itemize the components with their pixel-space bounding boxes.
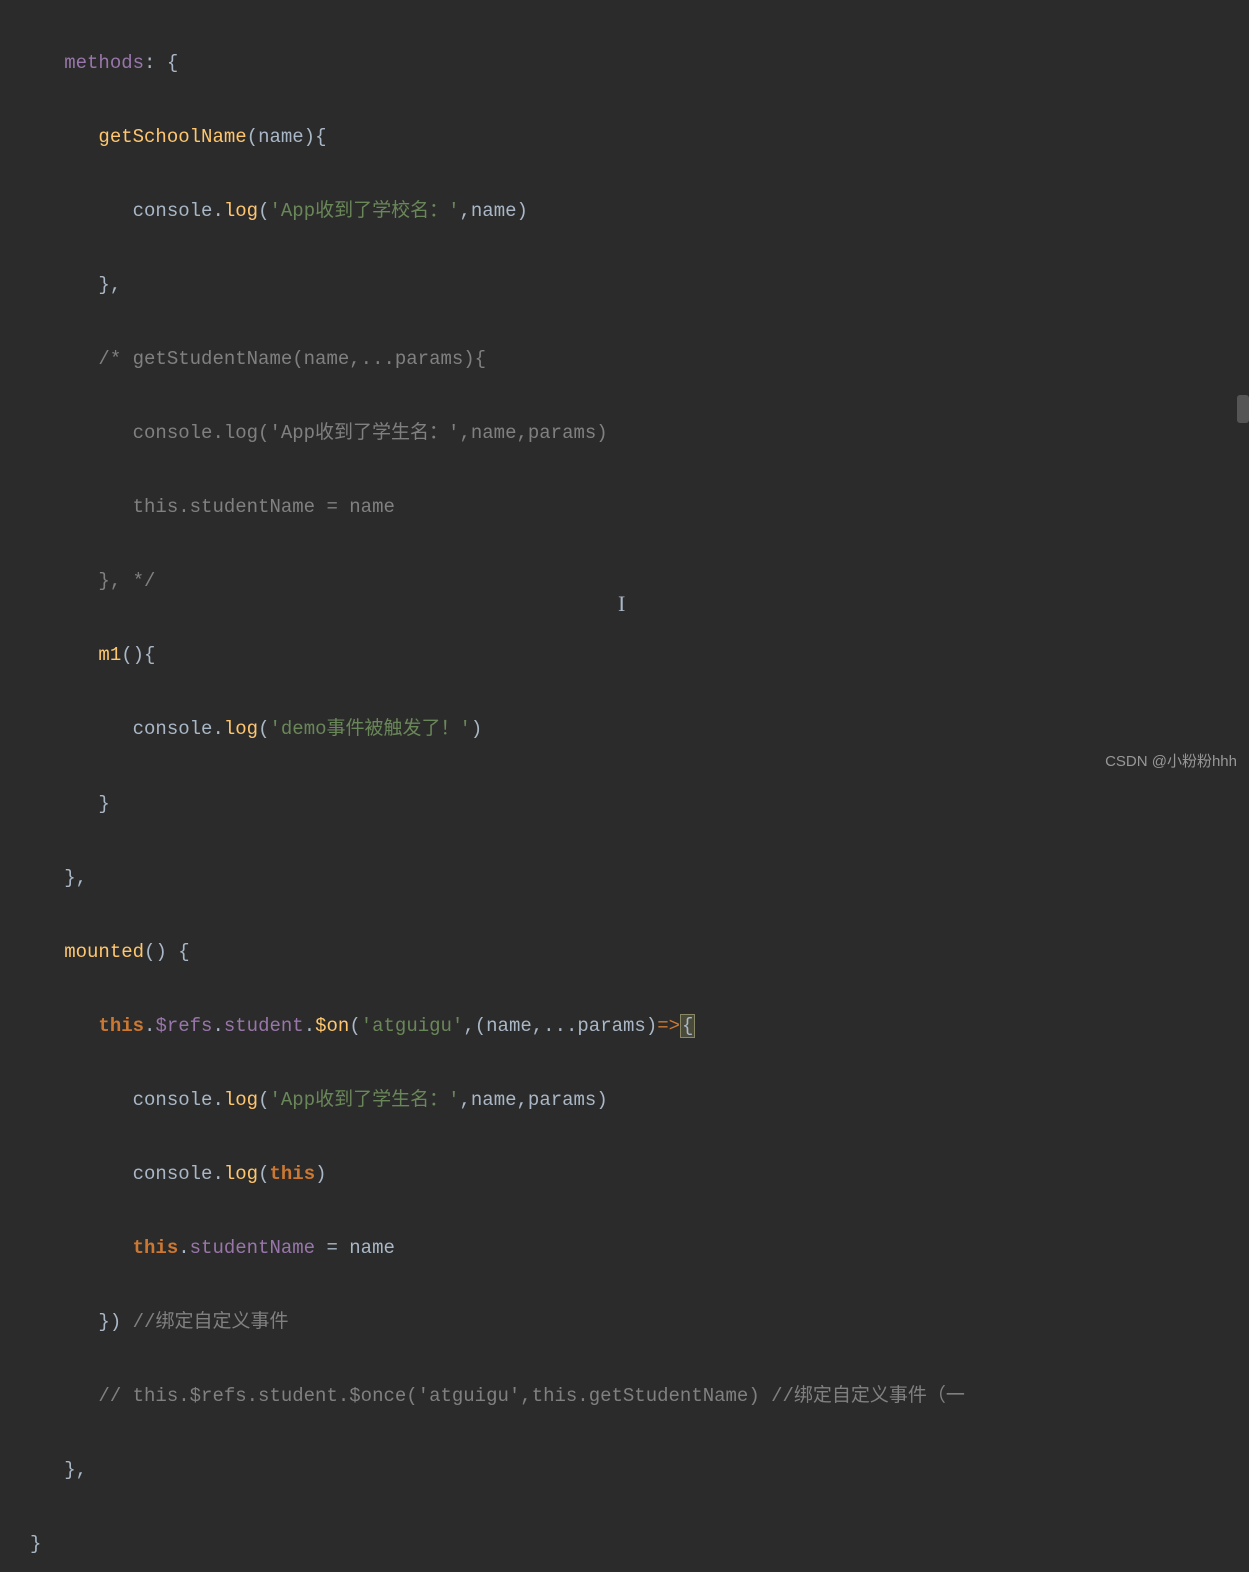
token-string: 'App收到了学校名：' xyxy=(269,200,459,222)
code-line: console.log('App收到了学校名：',name) xyxy=(0,193,1249,230)
code-line: }, xyxy=(0,267,1249,304)
code-line: mounted() { xyxy=(0,934,1249,971)
token-keyword: this xyxy=(269,1163,315,1185)
code-line: // this.$refs.student.$once('atguigu',th… xyxy=(0,1378,1249,1415)
token-property: studentName xyxy=(190,1237,315,1259)
token-param: name xyxy=(258,126,304,148)
token-string: 'App收到了学生名：' xyxy=(269,1089,459,1111)
token-comment: this.studentName = name xyxy=(133,496,395,518)
token-method: log xyxy=(224,200,258,222)
token-method: log xyxy=(224,1163,258,1185)
code-line: console.log('demo事件被触发了！') xyxy=(0,711,1249,748)
code-editor[interactable]: methods: { getSchoolName(name){ console.… xyxy=(0,8,1249,1572)
code-line: console.log(this) xyxy=(0,1156,1249,1193)
code-line: } xyxy=(0,1526,1249,1563)
token-keyword: this xyxy=(98,1015,144,1037)
text-cursor-icon: I xyxy=(618,583,625,626)
token-method: mounted xyxy=(64,941,144,963)
code-line: }, xyxy=(0,1452,1249,1489)
token-comment: }, */ xyxy=(98,570,155,592)
code-line: console.log('App收到了学生名：',name,params) xyxy=(0,1082,1249,1119)
code-line: m1(){ xyxy=(0,637,1249,674)
token-string: 'demo事件被触发了！' xyxy=(269,718,470,740)
token-comment: console.log('App收到了学生名：',name,params) xyxy=(133,422,608,444)
token-property: methods xyxy=(64,52,144,74)
code-line: this.studentName = name xyxy=(0,489,1249,526)
token-method: log xyxy=(224,718,258,740)
token-method: getSchoolName xyxy=(98,126,246,148)
token-string: 'atguigu' xyxy=(361,1015,464,1037)
code-line: this.$refs.student.$on('atguigu',(name,.… xyxy=(0,1008,1249,1045)
token-arrow: => xyxy=(657,1015,680,1037)
token-comment: //绑定自定义事件 xyxy=(133,1311,289,1333)
code-line: /* getStudentName(name,...params){ xyxy=(0,341,1249,378)
code-line: this.studentName = name xyxy=(0,1230,1249,1267)
token-method: log xyxy=(224,1089,258,1111)
code-line: } xyxy=(0,786,1249,823)
token-comment: /* getStudentName(name,...params){ xyxy=(98,348,486,370)
code-line: methods: { xyxy=(0,45,1249,82)
cursor-highlight: { xyxy=(680,1014,695,1038)
watermark-text: CSDN @小粉粉hhh xyxy=(1105,747,1237,776)
code-line: }, xyxy=(0,860,1249,897)
token-method: m1 xyxy=(98,644,121,666)
code-line: console.log('App收到了学生名：',name,params) xyxy=(0,415,1249,452)
token-comment: // this.$refs.student.$once('atguigu',th… xyxy=(98,1385,965,1407)
code-line: getSchoolName(name){ xyxy=(0,119,1249,156)
code-line: }) //绑定自定义事件 xyxy=(0,1304,1249,1341)
scrollbar-handle[interactable] xyxy=(1237,395,1249,423)
token-keyword: this xyxy=(133,1237,179,1259)
token-method: $on xyxy=(315,1015,349,1037)
